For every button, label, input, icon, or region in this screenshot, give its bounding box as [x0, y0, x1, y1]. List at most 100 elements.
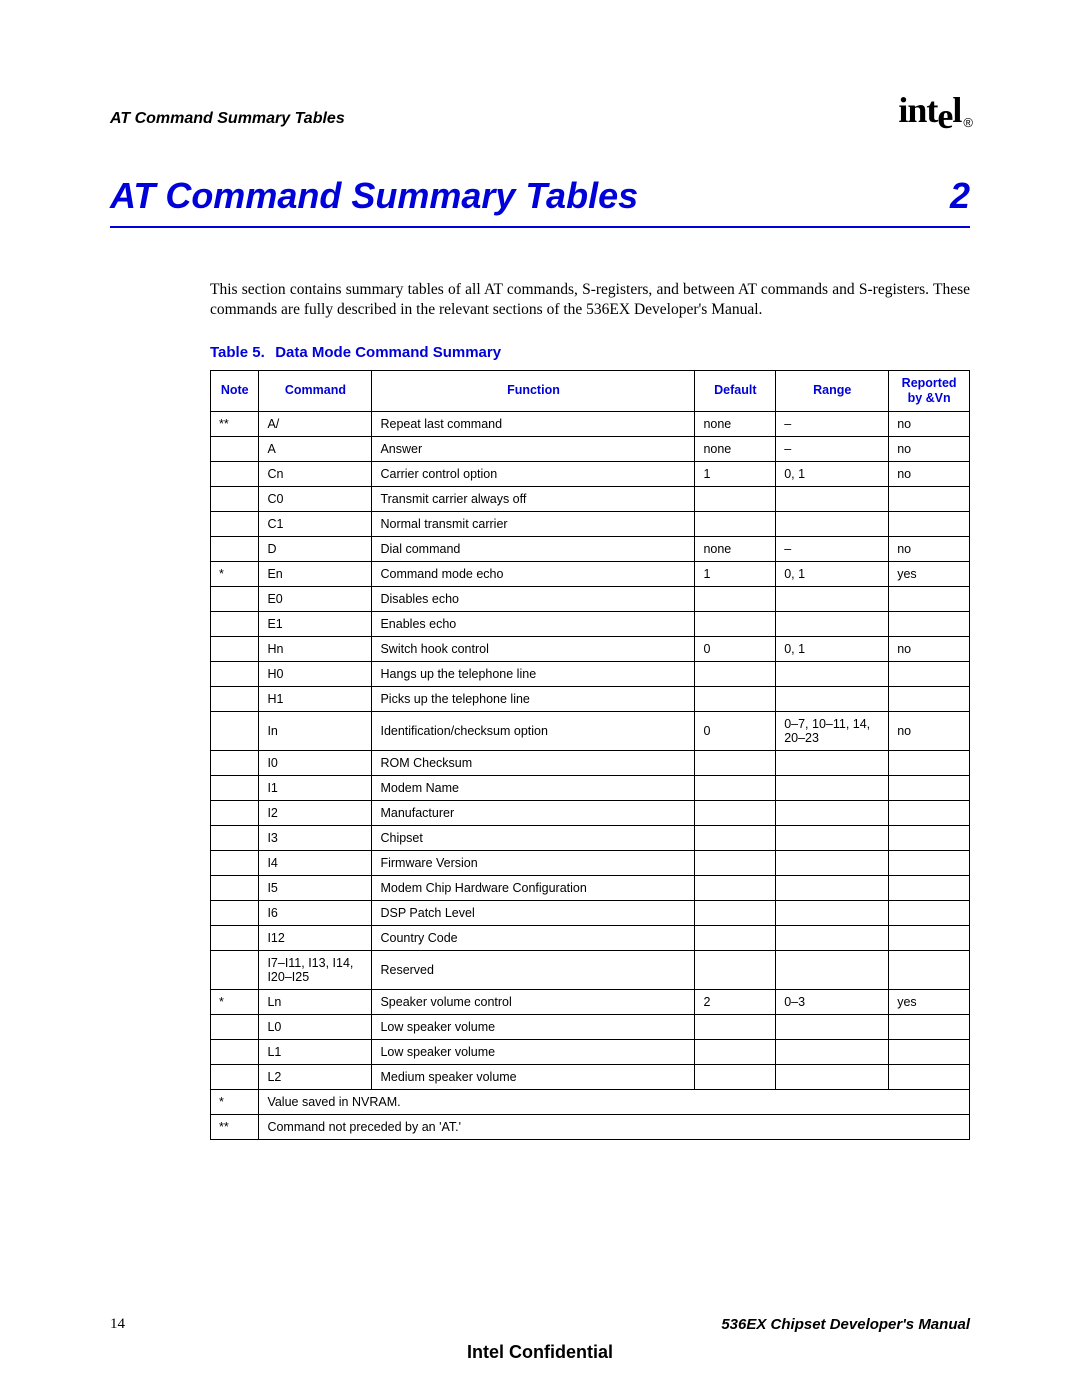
page-number: 14: [110, 1316, 125, 1333]
cell-command: Cn: [259, 461, 372, 486]
cell-command: H1: [259, 686, 372, 711]
cell-reported: [889, 1064, 970, 1089]
cell-range: –: [776, 536, 889, 561]
cell-default: [695, 511, 776, 536]
table-row: C1Normal transmit carrier: [211, 511, 970, 536]
footnote-text: Command not preceded by an 'AT.': [259, 1114, 970, 1139]
th-note: Note: [211, 370, 259, 411]
cell-default: [695, 900, 776, 925]
cell-function: Repeat last command: [372, 411, 695, 436]
cell-reported: no: [889, 536, 970, 561]
cell-default: [695, 925, 776, 950]
cell-command: I6: [259, 900, 372, 925]
cell-range: [776, 661, 889, 686]
chapter-title-row: AT Command Summary Tables 2: [110, 178, 970, 214]
confidential-mark: Intel Confidential: [0, 1342, 1080, 1363]
title-rule: [110, 226, 970, 228]
cell-default: 2: [695, 989, 776, 1014]
cell-function: Command mode echo: [372, 561, 695, 586]
table-row: HnSwitch hook control00, 1no: [211, 636, 970, 661]
cell-default: [695, 1014, 776, 1039]
cell-command: E0: [259, 586, 372, 611]
cell-default: 1: [695, 561, 776, 586]
table-row: InIdentification/checksum option00–7, 10…: [211, 711, 970, 750]
th-default: Default: [695, 370, 776, 411]
cell-default: none: [695, 436, 776, 461]
cell-note: [211, 950, 259, 989]
cell-range: [776, 750, 889, 775]
cell-range: 0–7, 10–11, 14, 20–23: [776, 711, 889, 750]
cell-reported: [889, 511, 970, 536]
cell-reported: [889, 686, 970, 711]
table-row: H0Hangs up the telephone line: [211, 661, 970, 686]
cell-reported: no: [889, 411, 970, 436]
cell-command: C0: [259, 486, 372, 511]
cell-function: Low speaker volume: [372, 1039, 695, 1064]
cell-default: [695, 586, 776, 611]
cell-reported: [889, 661, 970, 686]
cell-range: [776, 1014, 889, 1039]
cell-function: Medium speaker volume: [372, 1064, 695, 1089]
table-row: L0Low speaker volume: [211, 1014, 970, 1039]
cell-default: [695, 875, 776, 900]
cell-command: I4: [259, 850, 372, 875]
cell-range: [776, 925, 889, 950]
cell-default: 0: [695, 636, 776, 661]
cell-reported: [889, 850, 970, 875]
cell-command: I12: [259, 925, 372, 950]
manual-title: 536EX Chipset Developer's Manual: [721, 1316, 970, 1333]
cell-range: –: [776, 411, 889, 436]
cell-note: [211, 1064, 259, 1089]
cell-range: [776, 900, 889, 925]
cell-note: [211, 586, 259, 611]
cell-range: [776, 586, 889, 611]
cell-command: I5: [259, 875, 372, 900]
table-row: I3Chipset: [211, 825, 970, 850]
cell-function: Transmit carrier always off: [372, 486, 695, 511]
cell-reported: [889, 825, 970, 850]
cell-note: [211, 686, 259, 711]
cell-note: [211, 825, 259, 850]
cell-note: [211, 1014, 259, 1039]
cell-default: none: [695, 536, 776, 561]
table-row: I4Firmware Version: [211, 850, 970, 875]
footnote-key: **: [211, 1114, 259, 1139]
cell-note: [211, 436, 259, 461]
data-mode-command-table: Note Command Function Default Range Repo…: [210, 370, 970, 1140]
cell-range: [776, 486, 889, 511]
cell-function: Modem Name: [372, 775, 695, 800]
cell-default: [695, 750, 776, 775]
cell-reported: [889, 611, 970, 636]
cell-reported: no: [889, 636, 970, 661]
cell-function: Chipset: [372, 825, 695, 850]
cell-note: [211, 661, 259, 686]
cell-default: [695, 686, 776, 711]
cell-reported: yes: [889, 561, 970, 586]
intel-logo: intel®: [898, 92, 970, 128]
cell-function: Carrier control option: [372, 461, 695, 486]
table-row: *EnCommand mode echo10, 1yes: [211, 561, 970, 586]
table-footnote-row: *Value saved in NVRAM.: [211, 1089, 970, 1114]
registered-mark: ®: [963, 115, 972, 130]
cell-command: I7–I11, I13, I14, I20–I25: [259, 950, 372, 989]
cell-command: A: [259, 436, 372, 461]
cell-function: Speaker volume control: [372, 989, 695, 1014]
cell-function: Country Code: [372, 925, 695, 950]
page-header: AT Command Summary Tables intel®: [110, 80, 970, 128]
table-row: I5Modem Chip Hardware Configuration: [211, 875, 970, 900]
cell-note: [211, 800, 259, 825]
cell-default: none: [695, 411, 776, 436]
cell-note: [211, 511, 259, 536]
table-row: I0ROM Checksum: [211, 750, 970, 775]
cell-default: [695, 825, 776, 850]
table-row: DDial commandnone–no: [211, 536, 970, 561]
table-footnote-row: **Command not preceded by an 'AT.': [211, 1114, 970, 1139]
cell-function: Answer: [372, 436, 695, 461]
cell-reported: no: [889, 711, 970, 750]
cell-function: Normal transmit carrier: [372, 511, 695, 536]
cell-command: E1: [259, 611, 372, 636]
cell-range: [776, 950, 889, 989]
cell-function: Dial command: [372, 536, 695, 561]
cell-default: [695, 950, 776, 989]
cell-default: 0: [695, 711, 776, 750]
